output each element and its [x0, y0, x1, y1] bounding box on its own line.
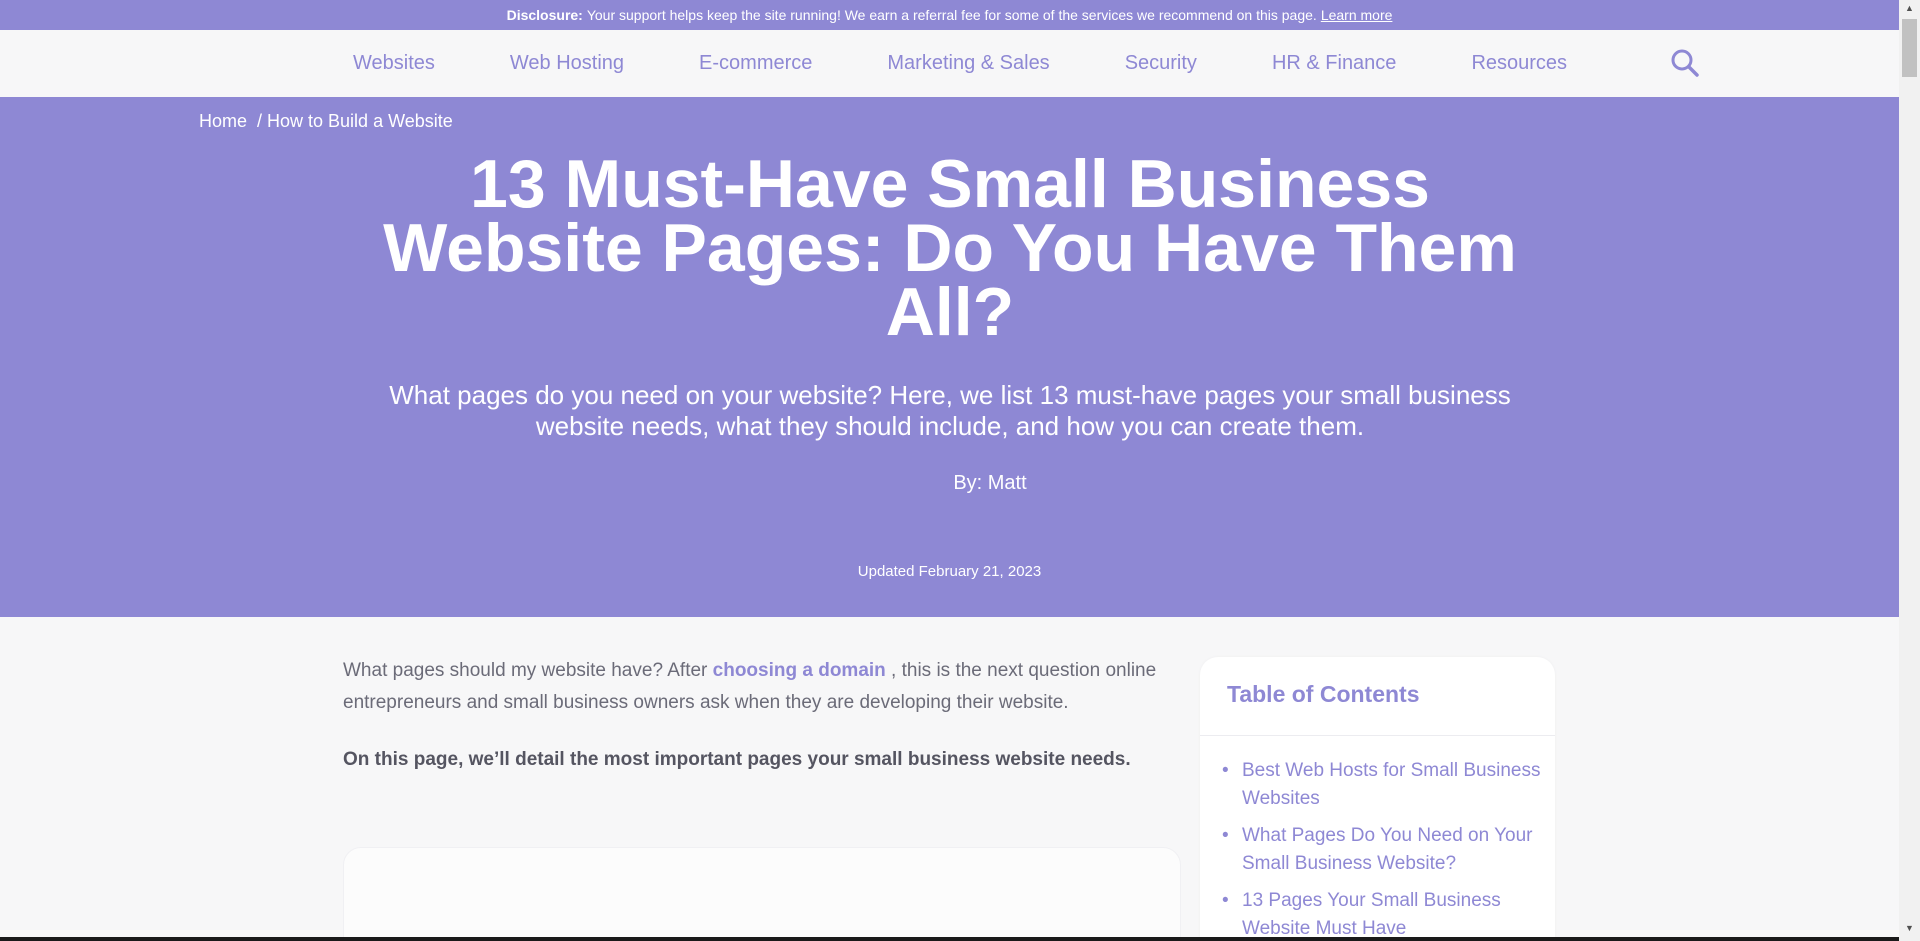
- disclosure-label: Disclosure:: [506, 7, 583, 23]
- vertical-scrollbar[interactable]: ▲ ▼: [1899, 0, 1920, 941]
- choosing-domain-link[interactable]: choosing a domain: [713, 660, 886, 681]
- learn-more-link[interactable]: Learn more: [1321, 7, 1393, 23]
- lead-paragraph: On this page, we’ll detail the most impo…: [343, 749, 1131, 770]
- scroll-down-icon[interactable]: ▼: [1899, 920, 1920, 937]
- toc-item[interactable]: 13 Pages Your Small Business Website Mus…: [1222, 887, 1542, 941]
- nav-item-ecommerce[interactable]: E-commerce: [699, 52, 812, 75]
- nav-item-resources[interactable]: Resources: [1471, 52, 1567, 75]
- author-byline: By: Matt: [953, 472, 1027, 494]
- table-of-contents: Table of Contents Best Web Hosts for Sma…: [1200, 657, 1555, 941]
- hero-section: Home / How to Build a Website 13 Must-Ha…: [0, 97, 1899, 617]
- nav-item-websites[interactable]: Websites: [353, 52, 435, 75]
- page-title: 13 Must-Have Small Business Website Page…: [383, 146, 1517, 350]
- article-body: What pages should my website have? After…: [343, 655, 1183, 771]
- nav-item-security[interactable]: Security: [1125, 52, 1197, 75]
- window-bottom-edge: [0, 937, 1899, 941]
- intro-paragraph: What pages should my website have? After…: [343, 655, 1183, 719]
- toc-list: Best Web Hosts for Small Business Websit…: [1222, 757, 1542, 941]
- nav-item-web-hosting[interactable]: Web Hosting: [510, 52, 624, 75]
- breadcrumb: Home / How to Build a Website: [199, 111, 453, 132]
- disclosure-banner: Disclosure: Your support helps keep the …: [0, 0, 1899, 30]
- content-card: [343, 847, 1181, 941]
- toc-item[interactable]: Best Web Hosts for Small Business Websit…: [1222, 757, 1542, 813]
- toc-title: Table of Contents: [1227, 681, 1420, 707]
- main-nav: Websites Web Hosting E-commerce Marketin…: [0, 30, 1899, 97]
- nav-item-hr-finance[interactable]: HR & Finance: [1272, 52, 1397, 75]
- breadcrumb-home[interactable]: Home: [199, 111, 247, 132]
- toc-item[interactable]: What Pages Do You Need on Your Small Bus…: [1222, 822, 1542, 878]
- page-subtitle: What pages do you need on your website? …: [389, 380, 1511, 441]
- updated-date: Updated February 21, 2023: [857, 563, 1042, 580]
- nav-item-marketing-sales[interactable]: Marketing & Sales: [887, 52, 1049, 75]
- intro-text-start: What pages should my website have? After: [343, 660, 713, 681]
- breadcrumb-current[interactable]: / How to Build a Website: [257, 111, 453, 132]
- search-icon[interactable]: [1670, 48, 1700, 78]
- disclosure-text: Your support helps keep the site running…: [586, 7, 1317, 23]
- scrollbar-thumb[interactable]: [1902, 19, 1917, 77]
- scroll-up-icon[interactable]: ▲: [1899, 0, 1920, 17]
- toc-divider: [1200, 735, 1555, 736]
